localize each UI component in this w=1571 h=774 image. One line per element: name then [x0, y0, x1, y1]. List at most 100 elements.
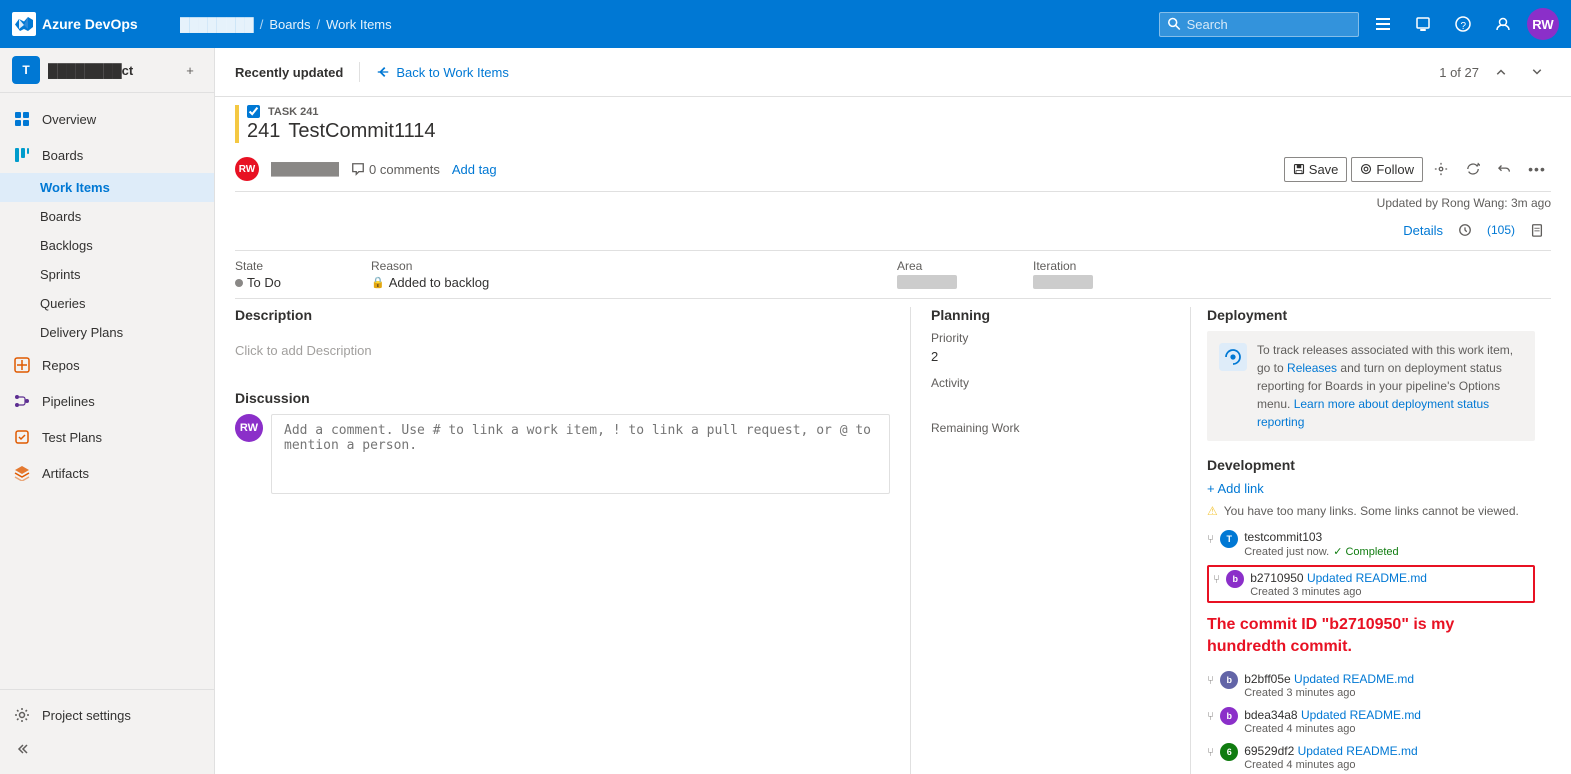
- project-name: ████████ct: [48, 63, 170, 78]
- comment-input[interactable]: [271, 414, 890, 494]
- commenter-avatar: RW: [235, 414, 263, 442]
- sidebar-item-sprints[interactable]: Sprints: [0, 260, 214, 289]
- history-button[interactable]: [1451, 216, 1479, 244]
- settings-icon[interactable]: [1367, 8, 1399, 40]
- activity-value[interactable]: [931, 394, 1170, 409]
- task-checkbox[interactable]: [247, 105, 260, 118]
- commit-info-1: b2710950 Updated README.md Created 3 min…: [1250, 570, 1427, 598]
- undo-button[interactable]: [1491, 155, 1519, 183]
- priority-label: Priority: [931, 331, 1170, 345]
- attachment-button[interactable]: [1523, 216, 1551, 244]
- warning-icon: ⚠: [1207, 504, 1218, 518]
- links-count[interactable]: (105): [1487, 223, 1515, 237]
- sidebar-item-label-test-plans: Test Plans: [42, 430, 102, 445]
- sidebar-item-boards[interactable]: Boards: [0, 137, 214, 173]
- task-header: TASK 241 241 TestCommit1114: [235, 105, 1551, 143]
- refresh-button[interactable]: [1459, 155, 1487, 183]
- sidebar-item-repos[interactable]: Repos: [0, 347, 214, 383]
- reason-label: Reason: [371, 259, 491, 273]
- commit-link-1[interactable]: Updated README.md: [1307, 571, 1427, 585]
- sidebar-item-boards-sub[interactable]: Boards: [0, 202, 214, 231]
- search-box[interactable]: [1159, 12, 1359, 37]
- project-settings-item[interactable]: Project settings: [0, 698, 214, 732]
- commit-link-2[interactable]: Updated README.md: [1294, 672, 1414, 686]
- boards-icon: [12, 145, 32, 165]
- details-bar: Details (105): [235, 214, 1551, 251]
- sidebar-item-artifacts[interactable]: Artifacts: [0, 455, 214, 491]
- commit-avatar-3: b: [1220, 707, 1238, 725]
- add-tag-button[interactable]: Add tag: [452, 162, 497, 177]
- sidebar-item-backlogs[interactable]: Backlogs: [0, 231, 214, 260]
- commit-id-2: b2bff05e: [1244, 672, 1294, 686]
- breadcrumb-project[interactable]: ████████: [180, 17, 254, 32]
- commit-id-1: b2710950: [1250, 571, 1307, 585]
- area-value[interactable]: [897, 275, 1017, 289]
- nav-down-arrow[interactable]: [1523, 58, 1551, 86]
- commit-time-1: Created 3 minutes ago: [1250, 586, 1427, 598]
- area-label: Area: [897, 259, 1017, 273]
- branch-icon-2: ⑂: [1207, 673, 1214, 687]
- sidebar-item-label-backlogs: Backlogs: [40, 238, 93, 253]
- commit-link-4[interactable]: Updated README.md: [1298, 744, 1418, 758]
- sidebar-item-test-plans[interactable]: Test Plans: [0, 419, 214, 455]
- project-settings-label: Project settings: [42, 708, 131, 723]
- sidebar-item-label-work-items: Work Items: [40, 180, 110, 195]
- deployment-info-text: To track releases associated with this w…: [1257, 341, 1523, 431]
- main-content: Recently updated Back to Work Items 1 of…: [215, 48, 1571, 774]
- nav-up-arrow[interactable]: [1487, 58, 1515, 86]
- commit-time-2: Created 3 minutes ago: [1244, 687, 1414, 699]
- sidebar-item-overview[interactable]: Overview: [0, 101, 214, 137]
- settings-button[interactable]: [1427, 155, 1455, 183]
- annotation-box: The commit ID "b2710950" is my hundredth…: [1207, 606, 1535, 667]
- activity-field: Activity: [931, 376, 1170, 409]
- sidebar-item-work-items[interactable]: Work Items: [0, 173, 214, 202]
- account-icon[interactable]: [1487, 8, 1519, 40]
- commit-info-2: b2bff05e Updated README.md Created 3 min…: [1244, 671, 1414, 699]
- planning-title: Planning: [931, 307, 1170, 323]
- project-avatar: T: [12, 56, 40, 84]
- back-to-work-items-button[interactable]: Back to Work Items: [376, 65, 508, 80]
- app-logo[interactable]: Azure DevOps: [12, 12, 172, 36]
- left-fields: State To Do Reason 🔒 Added to backlog: [235, 259, 889, 290]
- state-value[interactable]: To Do: [235, 275, 355, 290]
- test-plans-icon: [12, 427, 32, 447]
- sidebar-item-delivery-plans[interactable]: Delivery Plans: [0, 318, 214, 347]
- meta-row: Updated by Rong Wang: 3m ago: [235, 192, 1551, 214]
- reason-value[interactable]: 🔒 Added to backlog: [371, 275, 491, 290]
- commit-avatar-0: T: [1220, 530, 1238, 548]
- sidebar-item-pipelines[interactable]: Pipelines: [0, 383, 214, 419]
- sidebar-item-queries[interactable]: Queries: [0, 289, 214, 318]
- user-avatar[interactable]: RW: [1527, 8, 1559, 40]
- remaining-work-value[interactable]: [931, 439, 1170, 454]
- commit-link-3[interactable]: Updated README.md: [1301, 708, 1421, 722]
- details-link[interactable]: Details: [1403, 223, 1443, 238]
- save-button[interactable]: Save: [1284, 157, 1348, 182]
- comments-button[interactable]: 0 comments: [351, 162, 440, 177]
- sidebar-nav: Overview Boards Work Items Boards Backlo…: [0, 93, 214, 499]
- more-options-button[interactable]: •••: [1523, 155, 1551, 183]
- notifications-icon[interactable]: [1407, 8, 1439, 40]
- releases-link[interactable]: Releases: [1287, 361, 1337, 375]
- comment-box: RW: [235, 414, 890, 494]
- search-input[interactable]: [1187, 17, 1350, 32]
- iteration-label: Iteration: [1033, 259, 1153, 273]
- description-section: Description Click to add Description: [235, 307, 890, 370]
- sidebar-footer: Project settings: [0, 689, 214, 774]
- branch-icon: ⑂: [1207, 532, 1214, 546]
- collapse-sidebar-item[interactable]: [0, 732, 214, 766]
- add-link-button[interactable]: + Add link: [1207, 481, 1535, 496]
- iteration-value[interactable]: [1033, 275, 1153, 289]
- priority-value[interactable]: 2: [931, 349, 1170, 364]
- learn-more-link[interactable]: Learn more about deployment status repor…: [1257, 397, 1489, 429]
- assigned-to-avatar[interactable]: RW: [235, 157, 259, 181]
- iteration-blurred: [1033, 275, 1093, 289]
- follow-button[interactable]: Follow: [1351, 157, 1423, 182]
- add-project-button[interactable]: +: [178, 58, 202, 82]
- breadcrumb-boards[interactable]: Boards: [269, 17, 310, 32]
- commit-status-0: ✓ Completed: [1333, 545, 1398, 558]
- help-icon[interactable]: ?: [1447, 8, 1479, 40]
- breadcrumb-workitems[interactable]: Work Items: [326, 17, 392, 32]
- content-header: Recently updated Back to Work Items 1 of…: [215, 48, 1571, 97]
- task-label: TASK 241: [268, 106, 319, 118]
- description-editor[interactable]: Click to add Description: [235, 331, 890, 370]
